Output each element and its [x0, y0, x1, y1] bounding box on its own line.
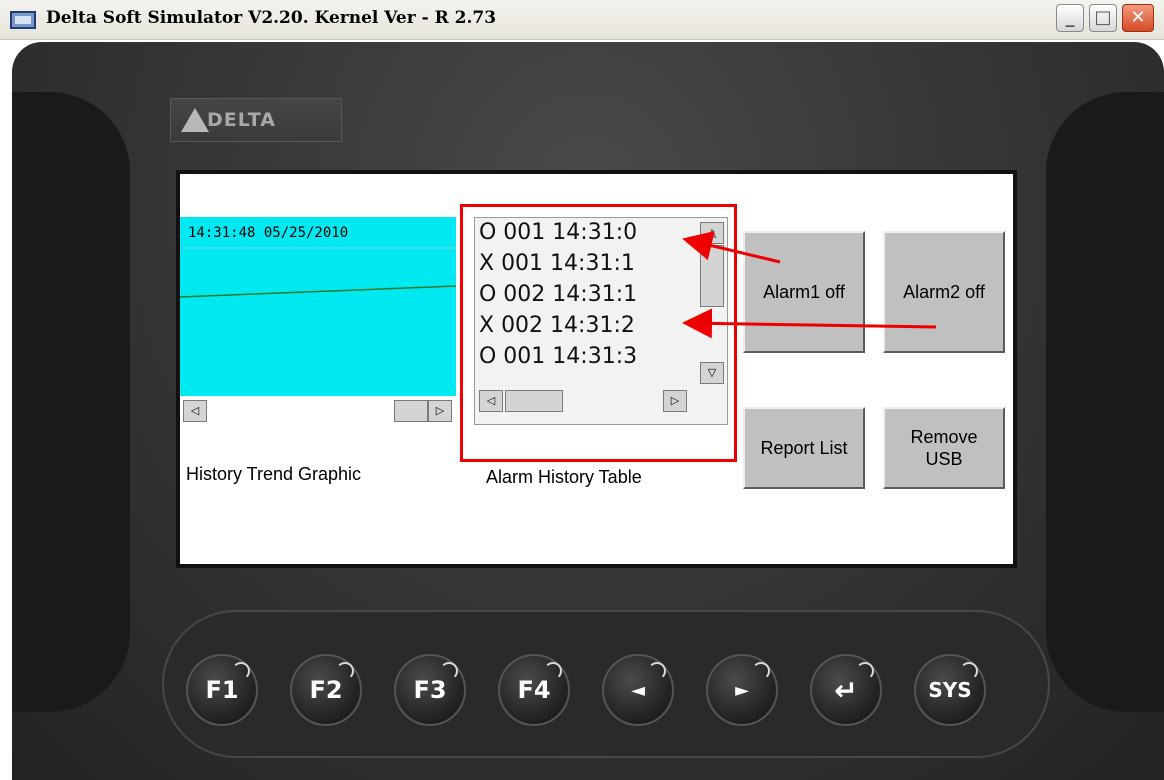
enter-key[interactable]: ↵: [810, 654, 882, 726]
remove-usb-button[interactable]: Remove USB: [883, 407, 1005, 489]
report-list-label: Report List: [760, 438, 848, 458]
annotation-highlight-frame: [460, 204, 737, 462]
history-trend-graphic[interactable]: 14:31:48 05/25/2010: [180, 217, 456, 397]
key-arc-icon: [960, 662, 978, 680]
f1-key-label: F1: [205, 676, 239, 704]
sys-key[interactable]: SYS: [914, 654, 986, 726]
f3-key-label: F3: [413, 676, 447, 704]
trend-scrollbar[interactable]: ◁ ▷: [180, 396, 456, 432]
key-arc-icon: [752, 662, 770, 680]
trend-scroll-thumb[interactable]: [394, 400, 428, 422]
alarm2-off-button[interactable]: Alarm2 off: [883, 231, 1005, 353]
key-arc-icon: [440, 662, 458, 680]
f2-key-label: F2: [309, 676, 343, 704]
function-key-bar: F1 F2 F3 F4 ◄ ► ↵ SYS: [162, 610, 1050, 758]
delta-triangle-icon: [181, 108, 209, 132]
trend-scroll-right-button[interactable]: ▷: [428, 400, 452, 422]
left-arrow-icon: ◄: [631, 679, 645, 701]
f4-key-label: F4: [517, 676, 551, 704]
trend-caption: History Trend Graphic: [186, 464, 362, 484]
app-window-icon: [10, 11, 36, 29]
trend-series-line: [180, 285, 456, 298]
delta-logo: DELTA: [170, 98, 342, 142]
key-arc-icon: [232, 662, 250, 680]
alarm1-off-button[interactable]: Alarm1 off: [743, 231, 865, 353]
key-arc-icon: [856, 662, 874, 680]
sys-key-label: SYS: [928, 678, 972, 702]
close-button[interactable]: ✕: [1122, 4, 1154, 32]
right-arrow-icon: ►: [735, 679, 749, 701]
device-left-grip: [12, 92, 130, 712]
delta-logo-text: DELTA: [207, 109, 276, 131]
enter-icon: ↵: [834, 673, 858, 707]
maximize-icon: □: [1094, 7, 1112, 28]
alarm-table-caption: Alarm History Table: [486, 467, 642, 487]
key-arc-icon: [648, 662, 666, 680]
remove-usb-label-line1: Remove: [910, 427, 978, 447]
window-title: Delta Soft Simulator V2.20. Kernel Ver -…: [46, 8, 497, 28]
left-arrow-key[interactable]: ◄: [602, 654, 674, 726]
alarm2-off-label: Alarm2 off: [903, 282, 985, 302]
right-arrow-key[interactable]: ►: [706, 654, 778, 726]
remove-usb-label-line2: USB: [925, 449, 963, 469]
key-arc-icon: [336, 662, 354, 680]
close-icon: ✕: [1130, 7, 1146, 28]
f4-key[interactable]: F4: [498, 654, 570, 726]
trend-plot: [180, 247, 456, 298]
device-right-grip: [1046, 92, 1164, 712]
report-list-button[interactable]: Report List: [743, 407, 865, 489]
window-title-bar: Delta Soft Simulator V2.20. Kernel Ver -…: [0, 0, 1164, 40]
minimize-button[interactable]: _: [1056, 4, 1084, 32]
f2-key[interactable]: F2: [290, 654, 362, 726]
alarm1-off-label: Alarm1 off: [763, 282, 845, 302]
trend-scroll-left-button[interactable]: ◁: [183, 400, 207, 422]
f1-key[interactable]: F1: [186, 654, 258, 726]
key-arc-icon: [544, 662, 562, 680]
minimize-icon: _: [1065, 7, 1075, 28]
f3-key[interactable]: F3: [394, 654, 466, 726]
remove-usb-label: Remove USB: [910, 426, 977, 470]
maximize-button[interactable]: □: [1089, 4, 1117, 32]
